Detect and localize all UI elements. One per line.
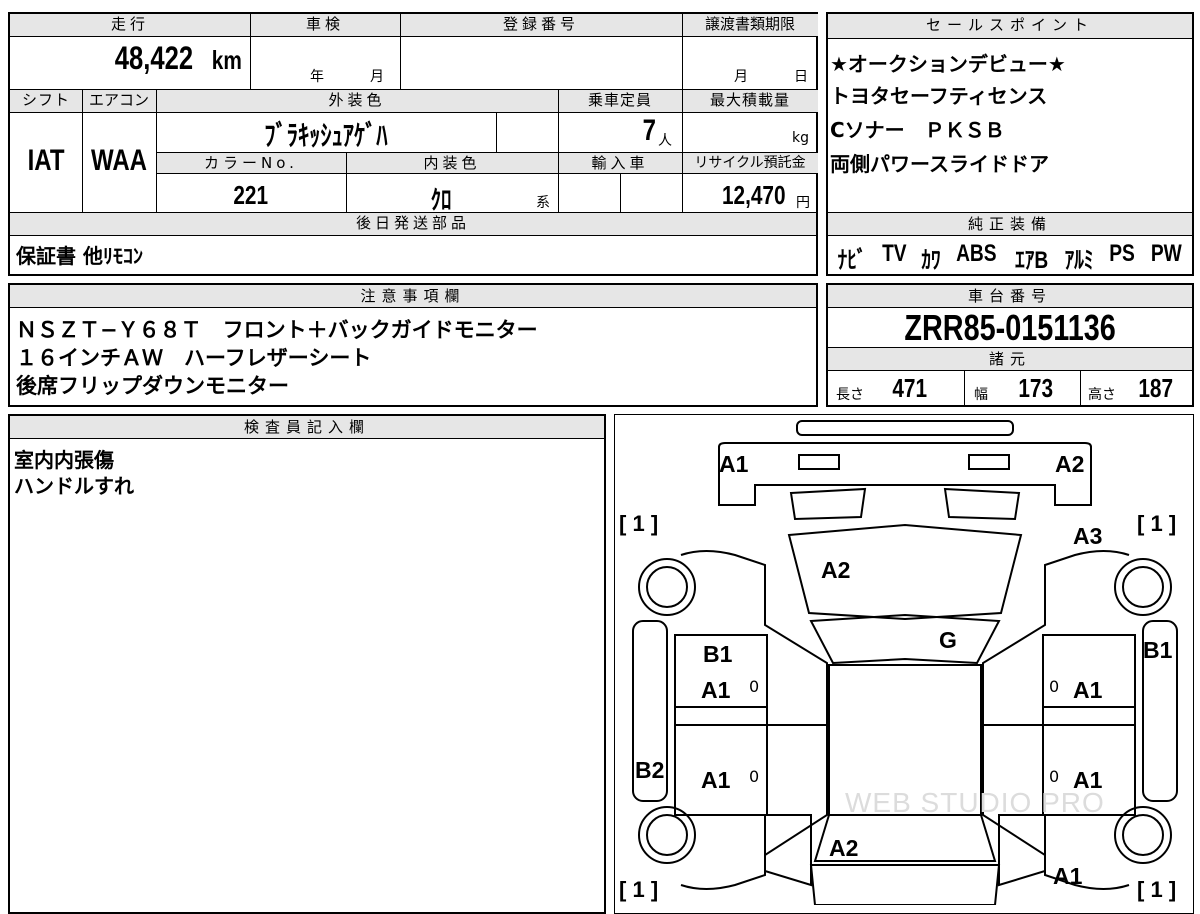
equipment-title: 純正装備 <box>828 213 1192 235</box>
mark-front-left: A1 <box>719 451 749 477</box>
shift-value: IAT <box>27 144 65 177</box>
mark-right-front-door: A1 <box>1073 677 1103 703</box>
notes-line-2: １６インチＡＷ ハーフレザーシート <box>16 346 372 370</box>
color-no-header: カラーNo. <box>156 153 346 173</box>
equipment-item: ｶﾜ <box>920 247 941 274</box>
exterior-color-value: ﾌﾞﾗｷｯｼｭｱｹﾞﾊ <box>264 120 388 151</box>
recycle-unit: 円 <box>796 195 810 211</box>
sales-points-title: セールスポイント <box>828 14 1192 38</box>
mark-left-rear-quarter: B2 <box>635 757 665 783</box>
sales-point-line-3: Cソナー ＰＫＳＢ <box>830 118 1005 142</box>
mileage-header: 走行 <box>10 14 250 36</box>
car-diagram-panel: A1 A2 A2 A3 G B1 A1 B1 A1 B2 A1 A1 A2 A1… <box>614 414 1194 914</box>
mileage-value: 48,422 km <box>10 40 246 86</box>
equipment-list: ﾅﾋﾞ TV ｶﾜ ABS ｴｱB ｱﾙﾐ PS PW <box>834 240 1186 275</box>
inspector-title: 検査員記入欄 <box>10 416 604 438</box>
notes-line-3: 後席フリップダウンモニター <box>16 374 289 398</box>
tire-tread-front-right: [ 1 ] <box>1137 511 1177 536</box>
length-label: 長さ <box>836 387 864 403</box>
chassis-number: ZRR85-0151136 <box>904 307 1116 348</box>
notes-line-1: ＮＳＺＴ−Ｙ６８Ｔ フロント＋バックガイドモニター <box>16 318 538 342</box>
tire-tread-rear-right: [ 1 ] <box>1137 877 1177 902</box>
tire-tread-rear-left: [ 1 ] <box>619 877 659 902</box>
max-load-unit: kg <box>792 130 809 146</box>
mark-front-right: A2 <box>1055 451 1085 477</box>
zero-mark-rf: 0 <box>1049 677 1060 696</box>
capacity-value: 7 <box>642 114 657 147</box>
equipment-item: PS <box>1109 240 1136 267</box>
later-parts-value: 保証書 他ﾘﾓｺﾝ <box>16 244 143 268</box>
capacity-unit: 人 <box>658 133 672 149</box>
sales-points-panel: セールスポイント ★オークションデビュー★ トヨタセーフティセンス Cソナー Ｐ… <box>826 12 1194 276</box>
mark-right-rear: A1 <box>1053 863 1083 889</box>
exterior-color-header: 外装色 <box>156 90 558 112</box>
inspection-header: 車検 <box>250 14 400 36</box>
mark-left-front-door: A1 <box>701 677 731 703</box>
spec-title: 諸元 <box>828 348 1192 370</box>
recycle-header: リサイクル預託金 <box>682 153 818 173</box>
interior-color-header: 内装色 <box>346 153 558 173</box>
mark-hood: A2 <box>821 557 851 583</box>
aircon-value: WAA <box>91 144 147 177</box>
mark-right-front-pillar: B1 <box>1143 637 1173 663</box>
height-label: 高さ <box>1088 387 1116 403</box>
equipment-item: ｱﾙﾐ <box>1064 247 1094 274</box>
equipment-item: ｴｱB <box>1015 247 1049 274</box>
mark-rear-gate: A2 <box>829 835 859 861</box>
chassis-panel: 車台番号 ZRR85-0151136 諸元 長さ 471 幅 173 高さ 18… <box>826 283 1194 407</box>
max-load-header: 最大積載量 <box>682 90 818 112</box>
vehicle-info-panel: 走行 車検 登録番号 譲渡書類期限 48,422 km 年 月 月 日 シフト … <box>8 12 818 276</box>
length-value: 471 <box>892 373 928 403</box>
later-parts-header: 後日発送部品 <box>10 213 816 235</box>
mileage-number: 48,422 <box>115 40 194 76</box>
tire-tread-front-left: [ 1 ] <box>619 511 659 536</box>
car-outline <box>632 420 1178 905</box>
mark-left-rear-door: A1 <box>701 767 731 793</box>
zero-mark-rr: 0 <box>1049 767 1060 786</box>
transfer-day-unit: 日 <box>794 69 808 85</box>
inspection-month-unit: 月 <box>370 69 384 85</box>
width-label: 幅 <box>974 387 988 403</box>
inspector-line-2: ハンドルすれ <box>14 474 134 498</box>
zero-mark-lf: 0 <box>749 677 760 696</box>
shift-header: シフト <box>10 90 82 112</box>
recycle-value: 12,470 <box>722 180 787 210</box>
mark-windshield: G <box>939 627 957 653</box>
transfer-month-unit: 月 <box>734 69 748 85</box>
watermark: WEB STUDIO PRO <box>845 787 1105 818</box>
height-value: 187 <box>1138 373 1174 403</box>
color-no-value: 221 <box>233 180 269 210</box>
sales-point-line-2: トヨタセーフティセンス <box>830 84 1048 108</box>
equipment-item: PW <box>1151 240 1183 267</box>
mark-left-front-door-upper: B1 <box>703 641 733 667</box>
notes-panel: 注意事項欄 ＮＳＺＴ−Ｙ６８Ｔ フロント＋バックガイドモニター １６インチＡＷ … <box>8 283 818 407</box>
width-value: 173 <box>1018 373 1054 403</box>
equipment-item: ABS <box>956 240 998 267</box>
chassis-title: 車台番号 <box>828 285 1192 307</box>
zero-mark-lr: 0 <box>749 767 760 786</box>
transfer-doc-header: 譲渡書類期限 <box>682 14 818 36</box>
inspector-line-1: 室内内張傷 <box>14 448 114 472</box>
aircon-header: エアコン <box>82 90 156 112</box>
sales-point-line-1: ★オークションデビュー★ <box>830 52 1066 76</box>
import-header: 輸入車 <box>558 153 682 173</box>
capacity-header: 乗車定員 <box>558 90 682 112</box>
equipment-item: TV <box>882 240 907 267</box>
mileage-unit: km <box>212 45 243 75</box>
interior-color-suffix: 系 <box>536 195 550 211</box>
inspector-panel: 検査員記入欄 室内内張傷 ハンドルすれ <box>8 414 606 914</box>
registration-header: 登録番号 <box>400 14 682 36</box>
notes-title: 注意事項欄 <box>10 285 816 307</box>
sales-point-line-4: 両側パワースライドドア <box>830 152 1049 176</box>
mark-right-front-fender: A3 <box>1073 523 1103 549</box>
equipment-item: ﾅﾋﾞ <box>837 247 867 274</box>
inspection-year-unit: 年 <box>310 69 324 85</box>
